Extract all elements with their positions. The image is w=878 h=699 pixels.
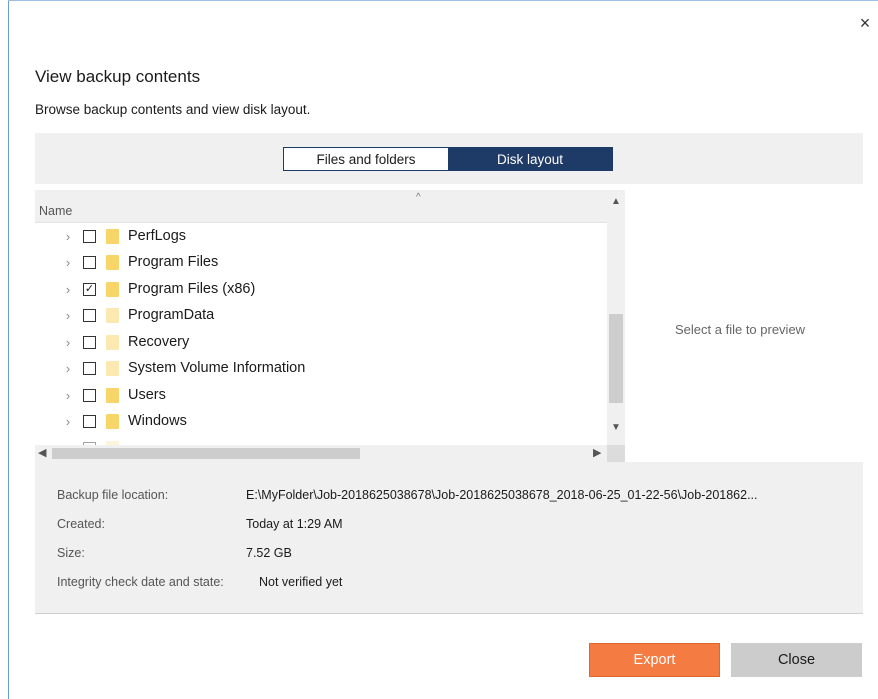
dialog-subtitle: Browse backup contents and view disk lay…: [35, 102, 311, 117]
tab-disk-layout[interactable]: Disk layout: [448, 148, 612, 170]
row-checkbox[interactable]: [83, 414, 96, 428]
row-checkbox[interactable]: [83, 308, 96, 322]
scroll-corner: [607, 445, 625, 462]
tree-row-label: ProgramData: [128, 307, 215, 323]
hidden-folder-icon: [106, 307, 119, 323]
view-tabbar: Files and folders Disk layout: [35, 133, 863, 184]
tree-row[interactable]: › ProgramData: [35, 302, 607, 328]
tree-row-label: Recovery: [128, 334, 190, 350]
tree-row-label: Program Files (x86): [128, 281, 256, 297]
folder-icon: [106, 413, 119, 429]
view-toggle: Files and folders Disk layout: [283, 147, 613, 171]
scroll-up-icon[interactable]: ▲: [607, 196, 625, 207]
row-checkbox[interactable]: [83, 255, 96, 269]
size-label: Size:: [57, 546, 85, 560]
tree-column-header[interactable]: Name ^: [35, 190, 607, 223]
close-window-icon[interactable]: ×: [856, 14, 874, 32]
window-border-top: [8, 0, 878, 1]
hidden-folder-icon: [106, 334, 119, 350]
expand-chevron-icon[interactable]: ›: [61, 388, 75, 403]
tree-row[interactable]: › Recovery: [35, 329, 607, 355]
tree-row-label: System Volume Information: [128, 360, 306, 376]
vertical-scroll-thumb[interactable]: [609, 314, 623, 403]
expand-chevron-icon[interactable]: ›: [61, 414, 75, 429]
expand-chevron-icon[interactable]: ›: [61, 229, 75, 244]
tree-row[interactable]: › ✓ Program Files (x86): [35, 276, 607, 302]
location-value: E:\MyFolder\Job-2018625038678\Job-201862…: [246, 488, 758, 502]
tree-row[interactable]: › Program Files: [35, 249, 607, 275]
expand-chevron-icon[interactable]: ›: [61, 308, 75, 323]
folder-icon: [106, 387, 119, 403]
row-checkbox[interactable]: [83, 361, 96, 375]
column-name-label: Name: [39, 204, 73, 218]
backup-info-panel: Backup file location: E:\MyFolder\Job-20…: [35, 462, 863, 614]
row-checkbox[interactable]: [83, 229, 96, 243]
folder-icon: [106, 281, 119, 297]
expand-chevron-icon[interactable]: ›: [61, 335, 75, 350]
tree-row[interactable]: › Windows: [35, 408, 607, 434]
tree-row-label: Program Files: [128, 254, 219, 270]
created-label: Created:: [57, 517, 105, 531]
expand-chevron-icon[interactable]: ›: [61, 361, 75, 376]
scroll-left-icon[interactable]: ◀: [38, 446, 46, 459]
row-checkbox[interactable]: [83, 335, 96, 349]
size-value: 7.52 GB: [246, 546, 292, 560]
tab-files-and-folders[interactable]: Files and folders: [284, 148, 448, 170]
expand-chevron-icon[interactable]: ›: [61, 282, 75, 297]
created-value: Today at 1:29 AM: [246, 517, 343, 531]
preview-placeholder: Select a file to preview: [675, 322, 806, 337]
folder-icon: [106, 254, 119, 270]
integrity-label: Integrity check date and state:: [57, 575, 224, 589]
vertical-scrollbar[interactable]: ▲ ▼: [607, 190, 625, 447]
row-checkbox[interactable]: [83, 388, 96, 402]
tree-row[interactable]: › PerfLogs: [35, 223, 607, 249]
row-checkbox-checked[interactable]: ✓: [83, 282, 96, 296]
tree-row[interactable]: › System Volume Information: [35, 355, 607, 381]
scroll-down-icon[interactable]: ▼: [607, 422, 625, 433]
dialog-title: View backup contents: [35, 67, 201, 86]
location-label: Backup file location:: [57, 488, 169, 502]
hidden-folder-icon: [106, 360, 119, 376]
horizontal-scroll-thumb[interactable]: [52, 448, 360, 459]
export-button[interactable]: Export: [589, 643, 720, 677]
tree-rows: › PerfLogs › Program Files › ✓ Program F…: [35, 223, 607, 447]
expand-chevron-icon[interactable]: ›: [61, 255, 75, 270]
horizontal-scrollbar[interactable]: ◀ ▶: [35, 445, 607, 462]
folder-icon: [106, 228, 119, 244]
window-border: [8, 0, 9, 699]
tree-row-label: Windows: [128, 413, 187, 429]
close-button[interactable]: Close: [731, 643, 862, 677]
file-tree-panel: Name ^ › PerfLogs › Program Files › ✓ Pr…: [35, 190, 625, 462]
sort-ascending-icon: ^: [416, 192, 421, 203]
tree-row[interactable]: › Users: [35, 382, 607, 408]
tree-row-label: Users: [128, 387, 166, 403]
tree-row-label: PerfLogs: [128, 228, 187, 244]
scroll-right-icon[interactable]: ▶: [593, 446, 601, 459]
integrity-value: Not verified yet: [259, 575, 343, 589]
